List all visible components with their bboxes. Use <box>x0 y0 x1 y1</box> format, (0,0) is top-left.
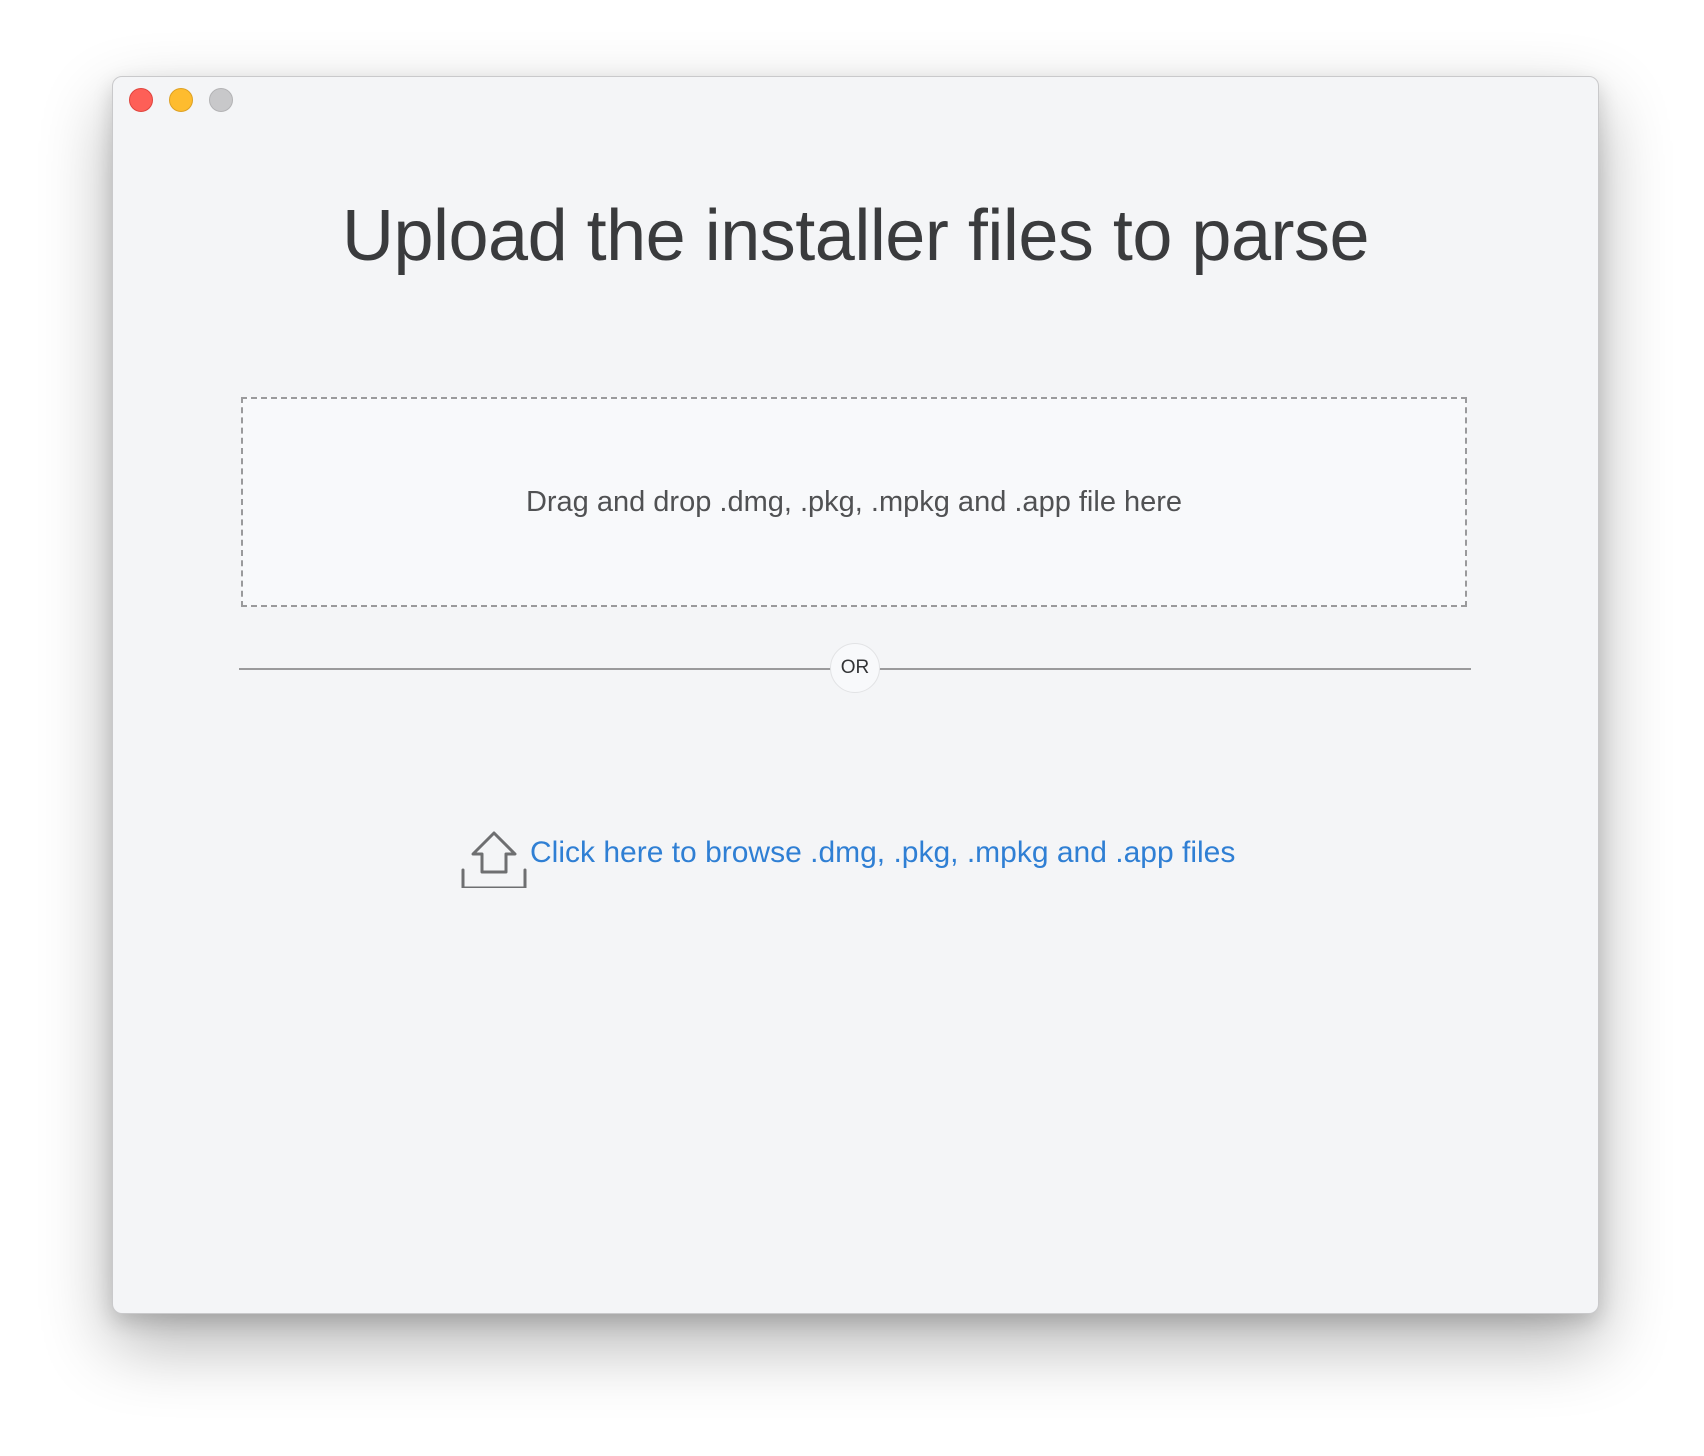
close-icon[interactable] <box>129 88 153 112</box>
maximize-icon[interactable] <box>209 88 233 112</box>
app-window: Upload the installer files to parse Drag… <box>112 76 1599 1314</box>
window-controls <box>129 88 233 112</box>
minimize-icon[interactable] <box>169 88 193 112</box>
drop-zone[interactable]: Drag and drop .dmg, .pkg, .mpkg and .app… <box>241 397 1467 607</box>
upload-icon <box>461 831 527 888</box>
drop-zone-label: Drag and drop .dmg, .pkg, .mpkg and .app… <box>525 485 1183 518</box>
page-title: Upload the installer files to parse <box>341 196 1370 276</box>
browse-files-label[interactable]: Click here to browse .dmg, .pkg, .mpkg a… <box>530 836 1250 870</box>
browse-files-link[interactable]: Click here to browse .dmg, .pkg, .mpkg a… <box>460 818 1250 888</box>
or-badge: OR <box>830 643 880 693</box>
